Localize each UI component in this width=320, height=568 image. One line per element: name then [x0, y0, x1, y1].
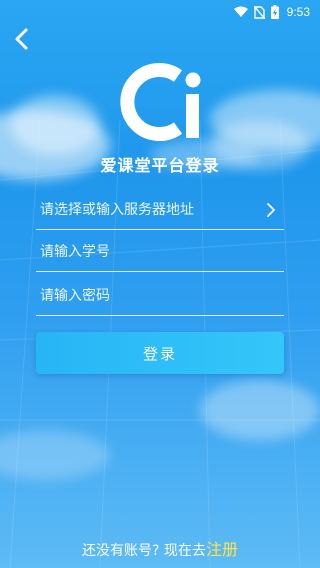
register-prompt-text: 还没有账号? 现在去	[82, 543, 206, 559]
back-button[interactable]	[8, 26, 34, 52]
page-title: 爱课堂平台登录	[100, 156, 220, 175]
student-id-field[interactable]	[36, 232, 284, 272]
ai-logo-icon	[116, 60, 206, 144]
chevron-left-icon	[15, 28, 28, 50]
sim-off-icon	[253, 5, 265, 19]
student-id-input[interactable]	[36, 243, 256, 260]
wifi-icon	[233, 6, 248, 18]
register-prompt: 还没有账号? 现在去注册	[0, 536, 320, 560]
status-time: 9:53	[286, 5, 310, 19]
server-address-field[interactable]	[36, 190, 284, 230]
battery-charging-icon	[270, 5, 279, 19]
register-link[interactable]: 注册	[206, 540, 238, 559]
chevron-right-icon[interactable]	[264, 202, 278, 217]
login-button[interactable]: 登录	[36, 332, 284, 374]
password-input[interactable]	[36, 287, 256, 304]
status-bar: 9:53	[0, 0, 320, 24]
server-address-input[interactable]	[36, 201, 256, 218]
password-field[interactable]	[36, 276, 284, 316]
